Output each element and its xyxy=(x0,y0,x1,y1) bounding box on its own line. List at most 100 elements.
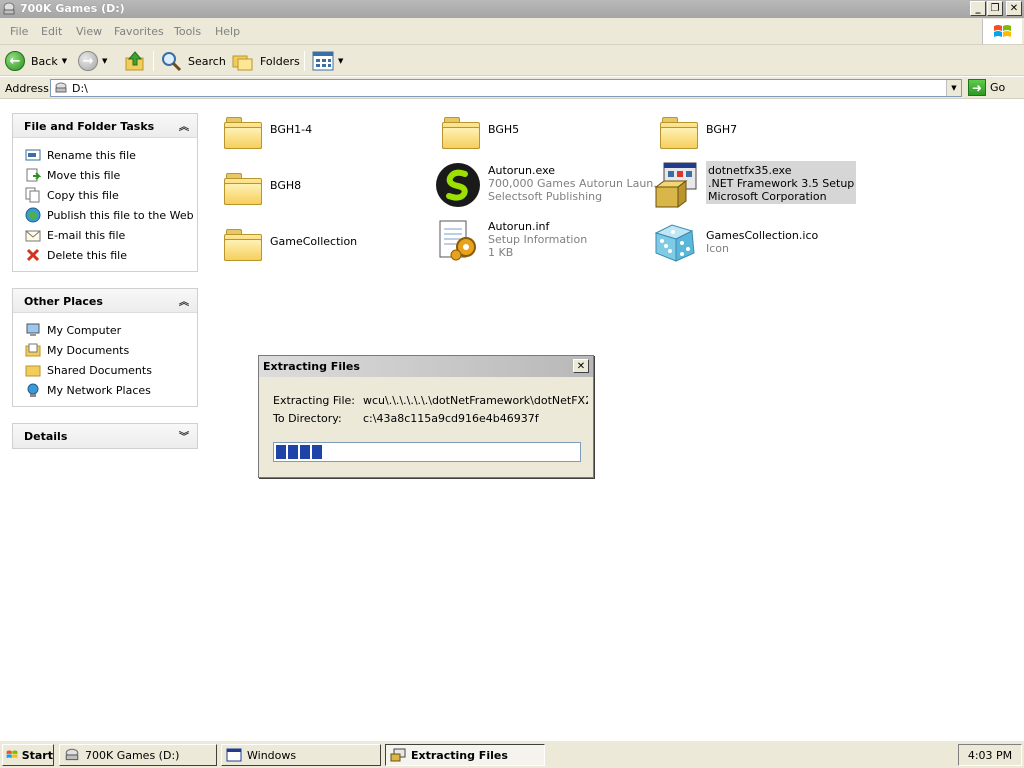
delete-icon xyxy=(26,248,40,262)
folder-icon xyxy=(216,217,264,265)
views-dropdown-icon[interactable]: ▼ xyxy=(338,57,343,65)
details-panel: Details ︾ xyxy=(12,423,198,449)
folder-icon xyxy=(652,105,700,153)
file-folder-tasks-header[interactable]: File and Folder Tasks ︽ xyxy=(13,114,197,138)
task-pane: File and Folder Tasks ︽ Rename this file… xyxy=(0,99,210,740)
taskbar-item-windows[interactable]: Windows xyxy=(221,744,381,766)
windows-logo-icon xyxy=(6,750,18,759)
place-shared-documents[interactable]: Shared Documents xyxy=(25,360,197,380)
task-move[interactable]: Move this file xyxy=(25,165,197,185)
computer-icon xyxy=(26,323,40,336)
progress-segment xyxy=(300,445,310,459)
extracting-files-dialog: Extracting Files ✕ Extracting File: wcu\… xyxy=(258,355,594,478)
extracting-file-label: Extracting File: xyxy=(273,394,356,407)
expand-icon[interactable]: ︾ xyxy=(179,428,189,443)
folder-icon xyxy=(216,105,264,153)
taskbar: Start 700K Games (D:) Windows Extracting… xyxy=(0,740,1024,768)
menu-edit[interactable]: Edit xyxy=(41,25,62,38)
taskbar-item-explorer[interactable]: 700K Games (D:) xyxy=(59,744,217,766)
file-item[interactable]: Autorun.exe 700,000 Games Autorun Laun..… xyxy=(434,161,664,209)
task-email[interactable]: E-mail this file xyxy=(25,225,197,245)
dialog-close-button[interactable]: ✕ xyxy=(573,359,589,373)
go-button[interactable]: ➜ Go xyxy=(968,79,1005,96)
views-button[interactable]: ▼ xyxy=(312,49,343,73)
file-folder-tasks-panel: File and Folder Tasks ︽ Rename this file… xyxy=(12,113,198,272)
autorun-exe-icon xyxy=(434,161,482,209)
to-directory-label: To Directory: xyxy=(273,412,342,425)
collapse-icon[interactable]: ︽ xyxy=(179,118,189,133)
documents-folder-icon xyxy=(25,343,41,357)
file-item[interactable]: BGH7 xyxy=(652,105,737,153)
minimize-button[interactable]: _ xyxy=(970,1,986,16)
menu-tools[interactable]: Tools xyxy=(174,25,201,38)
toolbar: ← Back ▼ → ▼ Search Folders ▼ xyxy=(0,45,1024,76)
installer-icon xyxy=(390,748,406,762)
menu-view[interactable]: View xyxy=(76,25,102,38)
file-item[interactable]: GameCollection xyxy=(216,217,357,265)
dialog-titlebar[interactable]: Extracting Files ✕ xyxy=(259,356,593,377)
start-button[interactable]: Start xyxy=(2,744,54,766)
up-folder-button[interactable] xyxy=(124,49,146,73)
dice-icon xyxy=(652,217,700,265)
task-rename[interactable]: Rename this file xyxy=(25,145,197,165)
to-directory-value: c:\43a8c115a9cd916e4b46937f xyxy=(363,412,539,425)
restore-button[interactable]: ❐ xyxy=(987,1,1003,16)
forward-button[interactable]: → ▼ xyxy=(78,49,107,73)
folders-icon xyxy=(232,55,253,71)
setup-information-icon xyxy=(434,217,482,265)
back-dropdown-icon[interactable]: ▼ xyxy=(62,57,67,65)
address-value: D:\ xyxy=(72,82,88,95)
drive-icon xyxy=(3,2,15,15)
task-copy[interactable]: Copy this file xyxy=(25,185,197,205)
folders-button[interactable]: Folders xyxy=(232,49,300,73)
rename-icon xyxy=(25,149,41,161)
folder-icon xyxy=(216,161,264,209)
task-publish[interactable]: Publish this file to the Web xyxy=(25,205,197,225)
collapse-icon[interactable]: ︽ xyxy=(179,293,189,308)
back-button[interactable]: ← Back ▼ xyxy=(5,49,67,73)
place-my-documents[interactable]: My Documents xyxy=(25,340,197,360)
address-label: Address xyxy=(5,82,49,95)
file-item[interactable]: BGH8 xyxy=(216,161,301,209)
file-item[interactable]: Autorun.inf Setup Information 1 KB xyxy=(434,217,587,265)
file-item[interactable]: GamesCollection.ico Icon xyxy=(652,217,818,265)
file-item-selected[interactable]: dotnetfx35.exe .NET Framework 3.5 Setup … xyxy=(652,161,857,209)
search-button[interactable]: Search xyxy=(160,49,226,73)
window-titlebar[interactable]: 700K Games (D:) _ ❐ ✕ xyxy=(0,0,1024,18)
drive-icon xyxy=(65,748,79,761)
menu-file[interactable]: File xyxy=(10,25,28,38)
progress-segment xyxy=(276,445,286,459)
shared-folder-icon xyxy=(25,365,41,377)
drive-icon xyxy=(55,82,67,93)
other-places-header[interactable]: Other Places ︽ xyxy=(13,289,197,313)
extraction-progress-bar xyxy=(273,442,581,462)
close-button[interactable]: ✕ xyxy=(1006,1,1022,16)
network-icon xyxy=(27,383,39,397)
extracting-file-value: wcu\.\.\.\.\.\.\dotNetFramework\dotNetFX… xyxy=(363,394,588,407)
window-title: 700K Games (D:) xyxy=(20,2,125,15)
taskbar-item-extracting-files[interactable]: Extracting Files xyxy=(385,744,545,766)
views-icon xyxy=(312,51,334,71)
file-item[interactable]: BGH5 xyxy=(434,105,519,153)
place-my-computer[interactable]: My Computer xyxy=(25,320,197,340)
copy-icon xyxy=(25,187,40,203)
up-folder-icon xyxy=(125,51,144,71)
forward-dropdown-icon[interactable]: ▼ xyxy=(102,57,107,65)
system-tray-clock[interactable]: 4:03 PM xyxy=(958,744,1022,766)
address-dropdown-icon[interactable]: ▼ xyxy=(946,80,961,96)
address-input[interactable]: D:\ ▼ xyxy=(50,79,962,97)
menu-favorites[interactable]: Favorites xyxy=(114,25,164,38)
dialog-title: Extracting Files xyxy=(263,360,360,373)
go-arrow-icon: ➜ xyxy=(968,79,986,96)
move-icon xyxy=(26,168,41,182)
menu-help[interactable]: Help xyxy=(215,25,240,38)
globe-icon xyxy=(25,207,41,223)
progress-segment xyxy=(312,445,322,459)
file-item[interactable]: BGH1-4 xyxy=(216,105,312,153)
place-my-network[interactable]: My Network Places xyxy=(25,380,197,400)
window-icon xyxy=(226,748,242,762)
task-delete[interactable]: Delete this file xyxy=(25,245,197,265)
back-arrow-icon: ← xyxy=(5,51,25,71)
other-places-panel: Other Places ︽ My Computer My Documents … xyxy=(12,288,198,407)
details-header[interactable]: Details ︾ xyxy=(13,424,197,448)
